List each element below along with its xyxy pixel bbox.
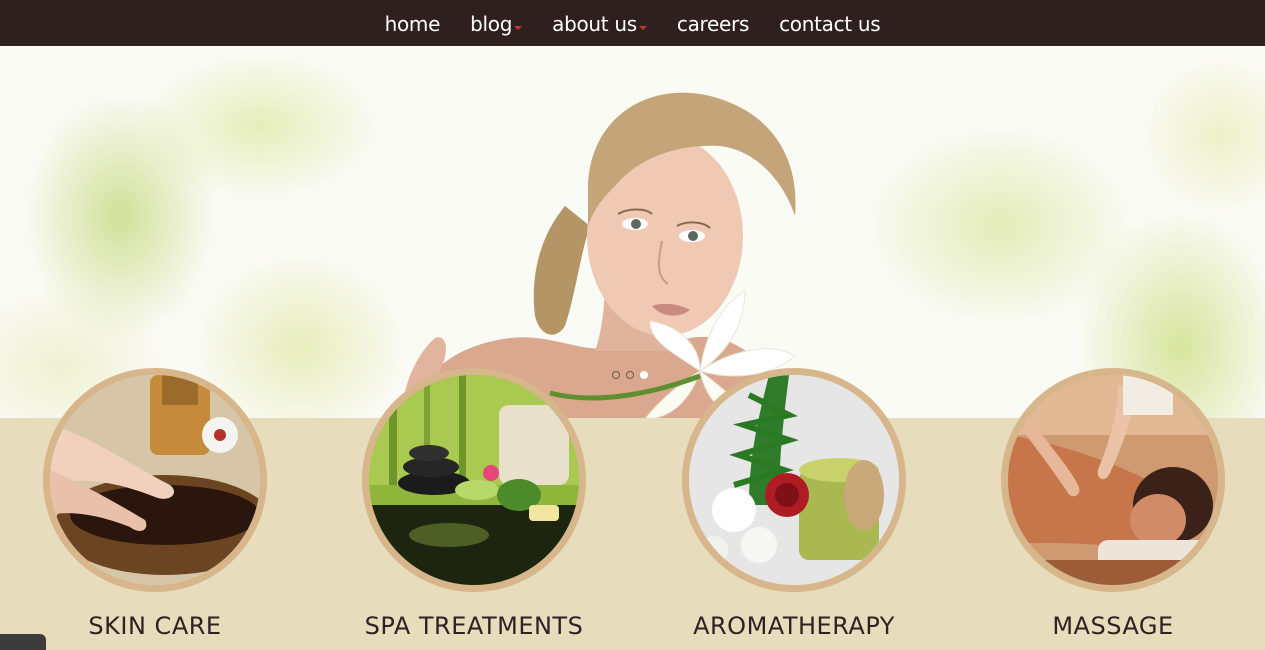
service-image[interactable] bbox=[362, 368, 586, 592]
nav-item-careers[interactable]: careers bbox=[677, 10, 749, 36]
dropdown-caret-icon bbox=[514, 26, 523, 30]
flowers-and-jar-image bbox=[689, 375, 899, 585]
nav-menu: home blog about us careers contact us bbox=[0, 0, 1265, 46]
slider-dot[interactable] bbox=[612, 371, 620, 379]
nav-item-contact-us[interactable]: contact us bbox=[779, 10, 881, 36]
service-image[interactable] bbox=[682, 368, 906, 592]
nav-item-label: careers bbox=[676, 12, 750, 36]
nav-item-blog[interactable]: blog bbox=[470, 10, 523, 36]
service-image[interactable] bbox=[43, 368, 267, 592]
corner-widget-tab[interactable] bbox=[0, 634, 46, 650]
hero-slider bbox=[0, 46, 1265, 418]
service-title[interactable]: SPA TREATMENTS bbox=[354, 612, 594, 640]
hero-model-image bbox=[400, 92, 796, 418]
nav-item-label: contact us bbox=[779, 12, 881, 36]
nav-item-label: about us bbox=[552, 12, 637, 36]
hand-in-bowl-image bbox=[50, 375, 260, 585]
service-spa-treatments[interactable]: SPA TREATMENTS bbox=[354, 368, 594, 640]
nav-item-about-us[interactable]: about us bbox=[552, 10, 647, 36]
service-image[interactable] bbox=[1001, 368, 1225, 592]
spa-stones-image bbox=[369, 375, 579, 585]
slider-pagination bbox=[612, 371, 648, 379]
nav-item-home[interactable]: home bbox=[385, 10, 441, 36]
slider-dot[interactable] bbox=[626, 371, 634, 379]
service-title[interactable]: SKIN CARE bbox=[35, 612, 275, 640]
service-skin-care[interactable]: SKIN CARE bbox=[35, 368, 275, 640]
services-section: SKIN CARE SPA TREATMENTS AROMATHERAPY MA… bbox=[0, 368, 1265, 650]
service-massage[interactable]: MASSAGE bbox=[993, 368, 1233, 640]
service-aromatherapy[interactable]: AROMATHERAPY bbox=[674, 368, 914, 640]
nav-item-label: home bbox=[384, 12, 441, 36]
service-title[interactable]: AROMATHERAPY bbox=[674, 612, 914, 640]
top-navbar: home blog about us careers contact us bbox=[0, 0, 1265, 46]
dropdown-caret-icon bbox=[638, 26, 647, 30]
back-massage-image bbox=[1008, 375, 1218, 585]
slider-dot-active[interactable] bbox=[640, 371, 648, 379]
service-title[interactable]: MASSAGE bbox=[993, 612, 1233, 640]
nav-item-label: blog bbox=[470, 12, 513, 36]
